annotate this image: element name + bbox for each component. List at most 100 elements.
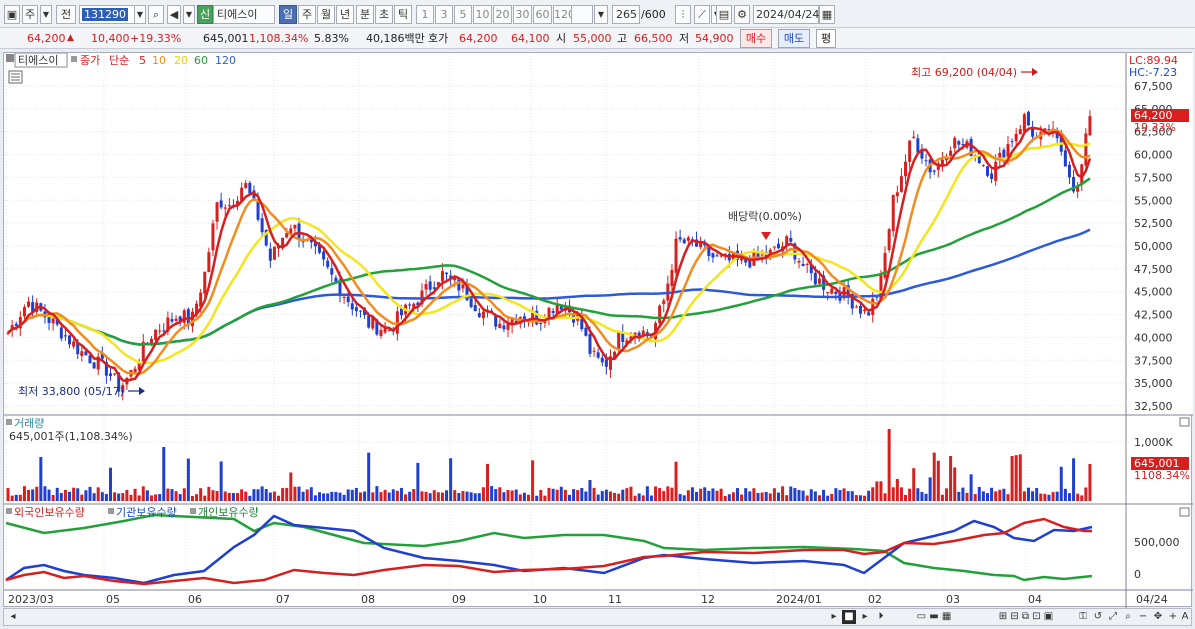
volume-bar xyxy=(350,489,354,501)
volume-bar xyxy=(31,489,35,501)
scroll-left-icon[interactable]: ◂ xyxy=(6,610,20,624)
prev-button[interactable]: 전 xyxy=(56,5,76,24)
holding-panel-close-icon[interactable] xyxy=(1179,507,1190,517)
tab-month[interactable]: 월 xyxy=(317,5,335,24)
volume-bar xyxy=(481,487,485,501)
fast-forward-icon[interactable]: ⏵ xyxy=(874,610,888,624)
chart-area[interactable]: 2023/03 05 06 07 08 09 10 11 12 2024/01 02 03 04 67,… xyxy=(3,52,1193,608)
volume-bar xyxy=(1088,464,1092,501)
volume-bar xyxy=(51,494,55,501)
buy-button[interactable]: 매수 xyxy=(740,29,772,48)
speaker-dropdown-icon[interactable]: ▼ xyxy=(183,5,195,24)
tab-day[interactable]: 일 xyxy=(279,5,297,24)
volume-bar xyxy=(457,492,461,501)
average-button[interactable]: 평 xyxy=(816,29,836,48)
stock-code-input[interactable]: 131290 xyxy=(79,5,135,24)
volume-bar xyxy=(981,491,985,501)
move-icon[interactable]: ✥ xyxy=(1151,610,1165,624)
volume-bar xyxy=(166,488,170,501)
interval-5[interactable]: 5 xyxy=(454,5,472,24)
volume-bar xyxy=(248,495,252,501)
zoom-out-icon[interactable]: − xyxy=(1136,610,1150,624)
interval-10[interactable]: 10 xyxy=(473,5,492,24)
fit-icon[interactable]: ⤢ xyxy=(1106,610,1120,624)
price-ytick: 50,000 xyxy=(1134,240,1173,253)
volume-bar xyxy=(531,460,535,501)
interval-60[interactable]: 60 xyxy=(533,5,552,24)
interval-20[interactable]: 20 xyxy=(493,5,512,24)
sell-button[interactable]: 매도 xyxy=(778,29,810,48)
calendar-icon[interactable]: ▦ xyxy=(819,5,835,24)
candle-body xyxy=(858,305,862,314)
volume-bar xyxy=(301,491,305,501)
interval-dropdown-icon[interactable]: ▼ xyxy=(594,5,608,24)
volume-bar xyxy=(215,491,219,501)
volume-panel-close-icon[interactable] xyxy=(1179,417,1190,427)
volume-bar xyxy=(985,493,989,501)
interval-30[interactable]: 30 xyxy=(513,5,532,24)
candle-body xyxy=(477,313,481,317)
candle-icon[interactable]: ⫶ xyxy=(675,5,691,24)
save-icon[interactable]: ▤ xyxy=(716,5,732,24)
view-mode-icons[interactable]: ▭ ▬ ▦ xyxy=(894,610,974,624)
volume-bar xyxy=(1059,466,1063,501)
candle-body xyxy=(674,238,678,273)
volume-bar xyxy=(449,458,453,501)
candle-body xyxy=(1010,141,1014,143)
tab-week[interactable]: 주 xyxy=(298,5,316,24)
scroll-end-left-icon[interactable]: ▸ xyxy=(827,610,841,624)
tab-minute[interactable]: 분 xyxy=(356,5,374,24)
volume-bar xyxy=(617,493,621,501)
volume-bar xyxy=(346,489,350,501)
volume-bar xyxy=(145,490,149,501)
stop-icon[interactable]: ■ xyxy=(842,610,856,624)
line-tool-icon[interactable]: ⟋ xyxy=(694,5,710,24)
legend-ma5: 5 xyxy=(139,54,146,67)
stock-name-field[interactable]: 티에스이 xyxy=(213,5,275,24)
speaker-icon[interactable]: ◀ xyxy=(167,5,181,24)
text-size-icon[interactable]: A xyxy=(1178,610,1192,624)
play-icon[interactable]: ▸ xyxy=(858,610,872,624)
interval-1[interactable]: 1 xyxy=(416,5,434,24)
stock-chart[interactable]: 2023/03 05 06 07 08 09 10 11 12 2024/01 02 03 04 67,… xyxy=(4,52,1193,608)
reset-icon[interactable]: ↺ xyxy=(1091,610,1105,624)
tab-tick[interactable]: 틱 xyxy=(394,5,412,24)
zoom-icon[interactable]: ⌕ xyxy=(1121,610,1135,624)
candle-body xyxy=(473,305,477,312)
volume-bar xyxy=(486,463,490,501)
chart-scrollbar[interactable]: ◂ ▸ ■ ▸ ⏵ ▭ ▬ ▦ ⊞ ⊟ ⧉ ⊡ ▣ ⚿ ↺ ⤢ ⌕ − ✥ + … xyxy=(3,608,1192,626)
candle-body xyxy=(1018,129,1022,135)
candle-body xyxy=(223,207,227,209)
count-input[interactable]: 265 xyxy=(612,5,640,24)
lock-icon[interactable]: ⚿ xyxy=(1076,610,1090,624)
volume-bar xyxy=(18,494,22,501)
volume-bar xyxy=(551,488,555,501)
candle-body xyxy=(59,327,63,339)
interval-3[interactable]: 3 xyxy=(435,5,453,24)
layout-icons[interactable]: ⊞ ⊟ ⧉ ⊡ ▣ xyxy=(979,610,1073,624)
date-input[interactable]: 2024/04/24 xyxy=(753,5,819,24)
legend-institution: 기관보유수량 xyxy=(116,506,177,519)
window-icon[interactable]: ▣ xyxy=(4,5,20,24)
volume-bar xyxy=(88,486,92,501)
volume-bar xyxy=(502,492,506,501)
search-icon[interactable]: ⌕ xyxy=(148,5,164,24)
current-price: 64,200 xyxy=(27,32,66,45)
candle-body xyxy=(863,309,867,312)
volume-bar xyxy=(883,493,887,501)
tab-year[interactable]: 년 xyxy=(336,5,354,24)
chevron-down-icon[interactable]: ▼ xyxy=(40,5,52,24)
candle-body xyxy=(916,138,920,153)
volume-bar xyxy=(416,462,420,501)
gear-icon[interactable]: ⚙ xyxy=(734,5,750,24)
code-dropdown-icon[interactable]: ▼ xyxy=(134,5,146,24)
volume-bar xyxy=(236,493,240,501)
x-axis-label: 11 xyxy=(608,593,622,606)
interval-custom[interactable] xyxy=(571,5,593,24)
volume-bar xyxy=(928,477,932,501)
volume-bar xyxy=(699,488,703,501)
volume-bar xyxy=(973,494,977,501)
volume-bar xyxy=(391,489,395,501)
tab-second[interactable]: 초 xyxy=(375,5,393,24)
period-select[interactable]: 주 xyxy=(22,5,38,24)
